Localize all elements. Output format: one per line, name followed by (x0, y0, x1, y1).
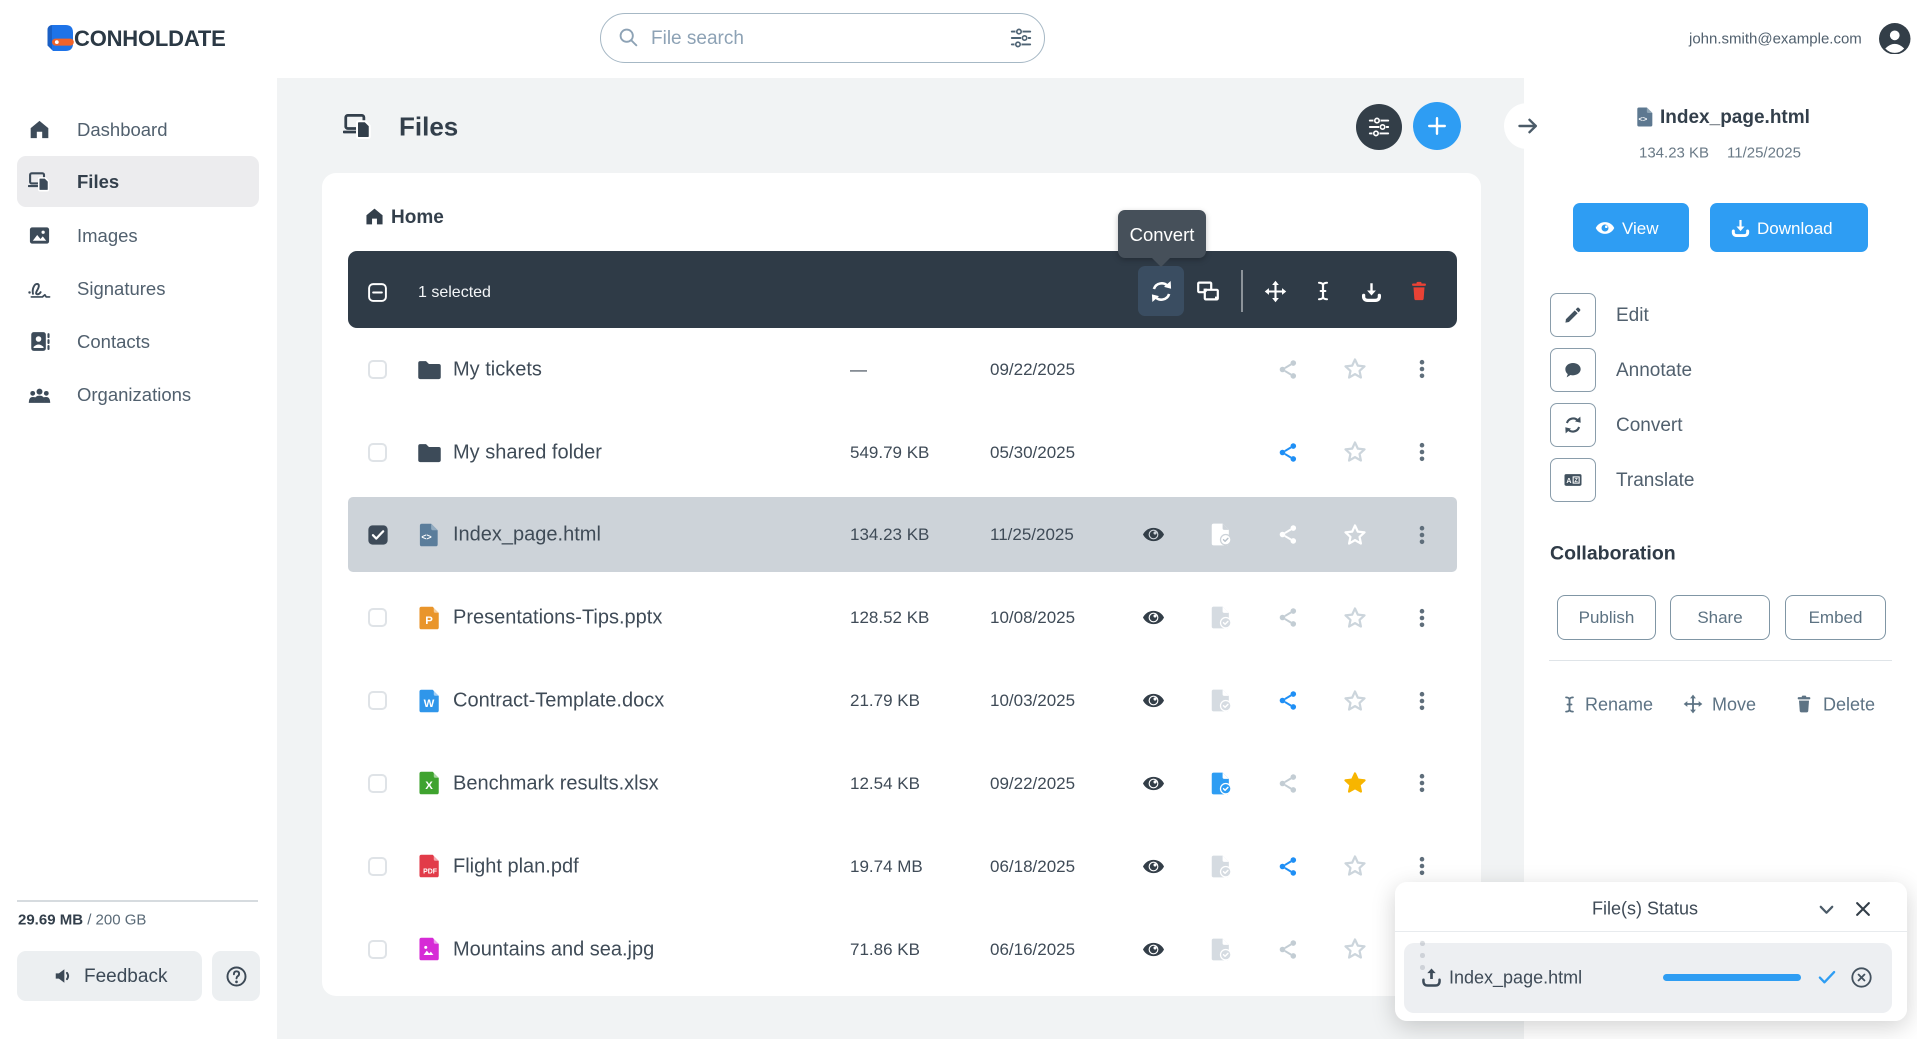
svg-text:<>: <> (421, 532, 431, 542)
svg-text:X: X (425, 780, 433, 792)
svg-text:W: W (424, 697, 435, 709)
svg-text:PDF: PDF (423, 869, 437, 876)
svg-text:<>: <> (1639, 114, 1648, 123)
svg-text:A: A (1566, 477, 1571, 485)
svg-text:P: P (425, 614, 433, 626)
